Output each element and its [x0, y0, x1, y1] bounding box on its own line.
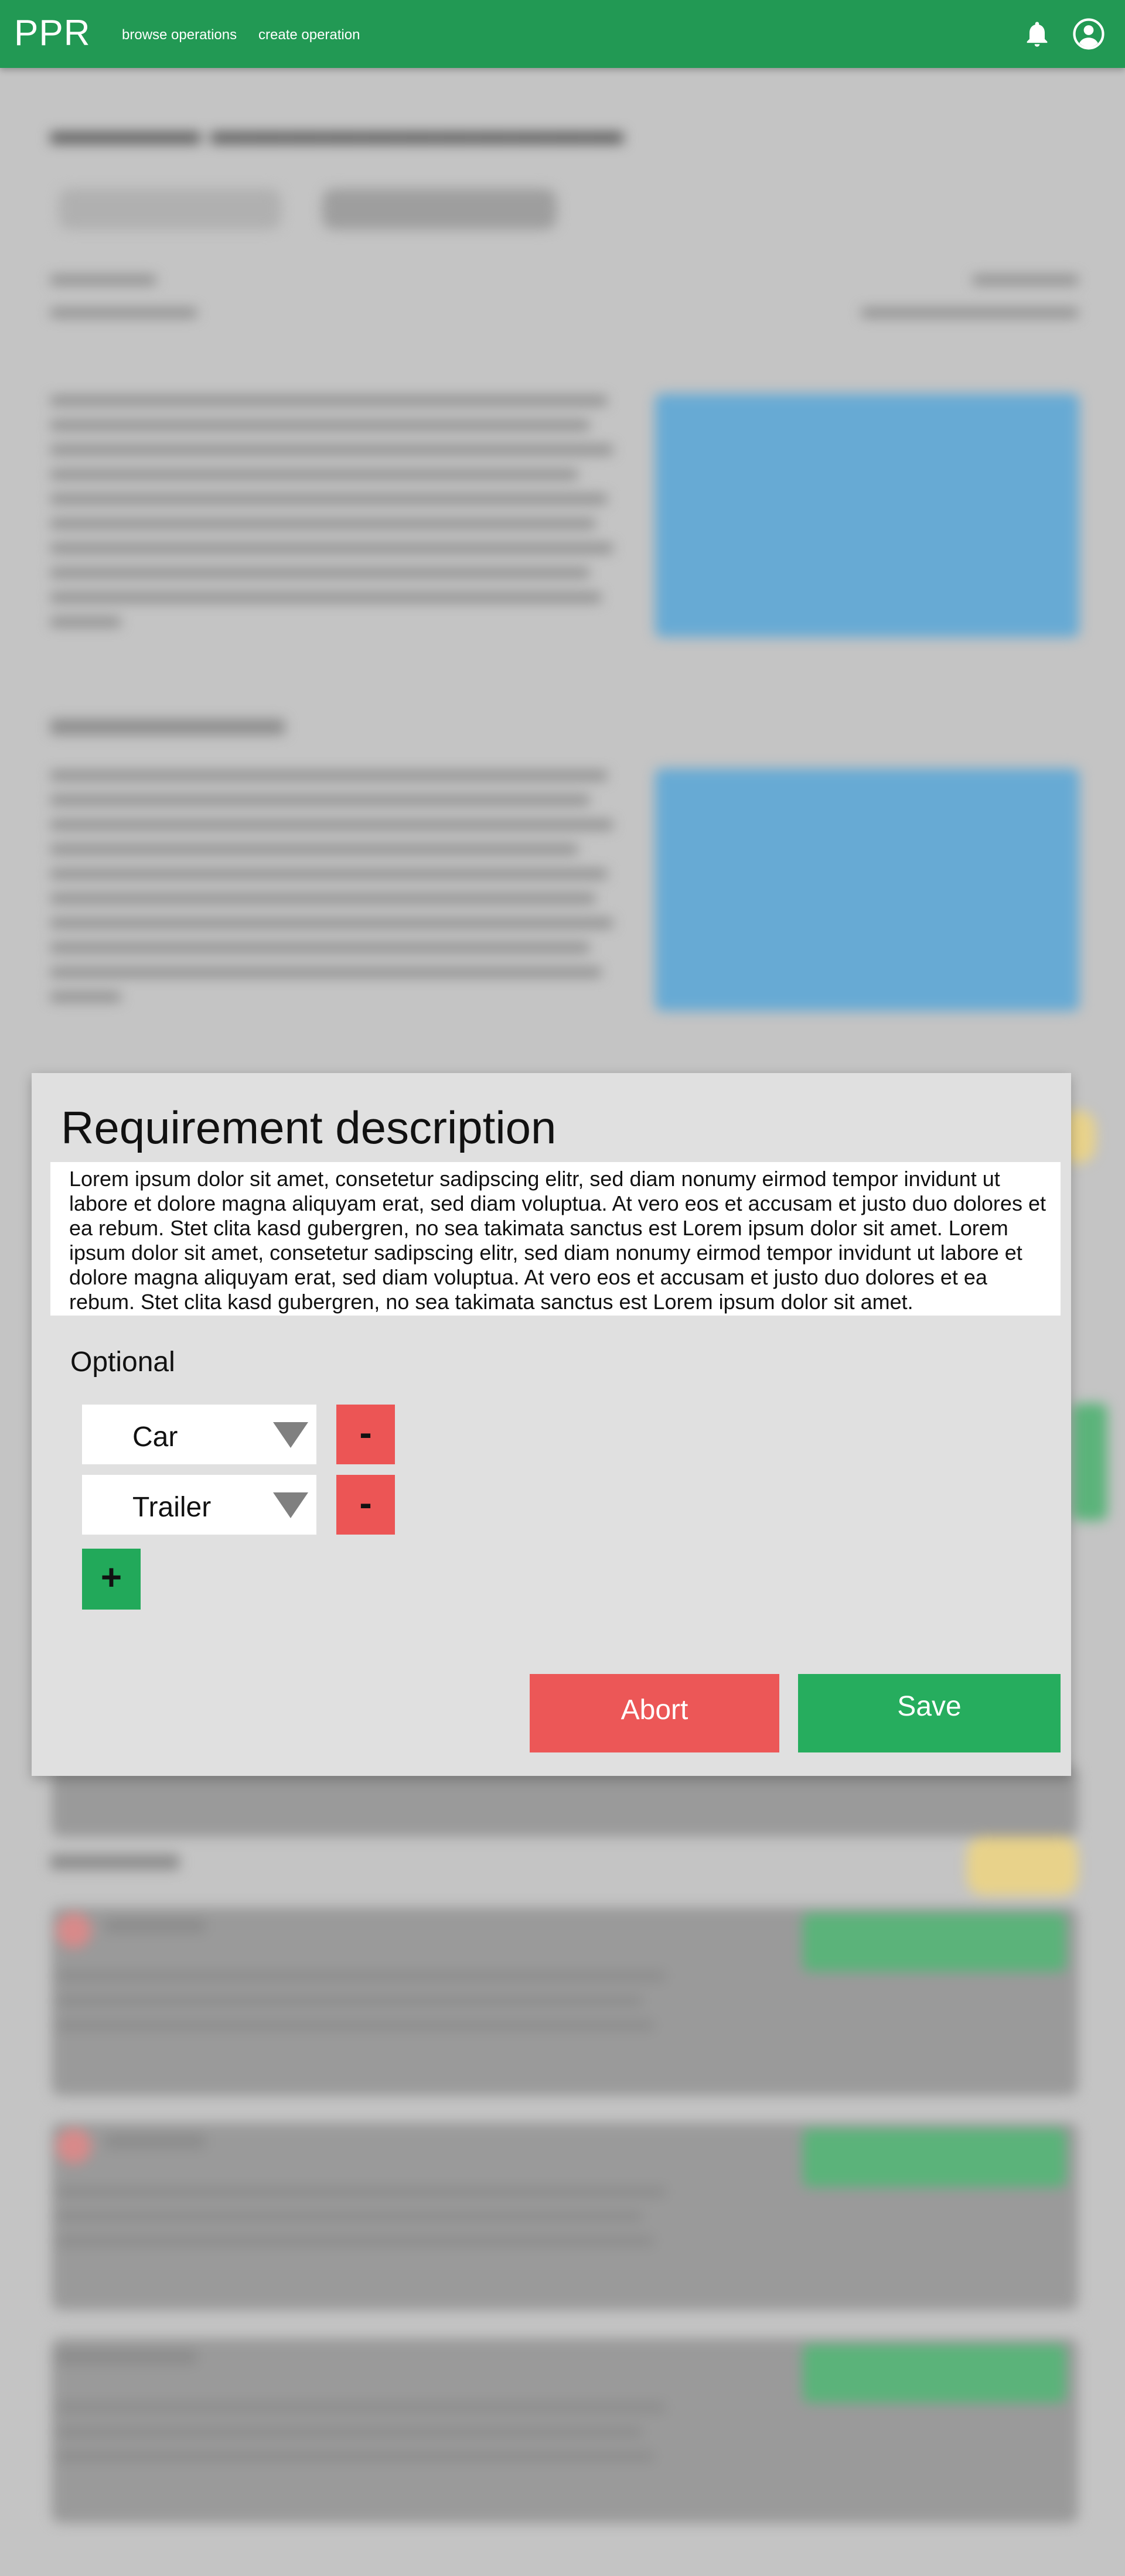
nav-create-operation[interactable]: create operation — [258, 27, 360, 43]
app-logo[interactable]: PPR — [14, 15, 90, 52]
save-button[interactable]: Save — [798, 1674, 1061, 1752]
background-image-1 — [655, 394, 1079, 637]
background-heading-placeholder: ▬▬▬▬ ▬▬▬▬▬▬▬▬▬▬▬ — [50, 110, 623, 152]
remove-trailer-button[interactable]: - — [336, 1475, 395, 1535]
background-badge — [967, 1837, 1078, 1895]
background-button — [322, 189, 557, 230]
optional-item-select-trailer[interactable]: Trailer — [82, 1475, 316, 1535]
top-navigation-bar: PPR browse operations create operation — [0, 0, 1125, 68]
select-value: Trailer — [132, 1492, 212, 1523]
modal-title: Requirement description — [61, 1102, 557, 1153]
triangle-down-icon — [273, 1492, 308, 1518]
user-circle-icon[interactable] — [1072, 18, 1105, 50]
add-optional-item-button[interactable]: + — [82, 1549, 141, 1610]
background-image-2 — [655, 768, 1079, 1011]
bell-icon[interactable] — [1022, 19, 1052, 49]
background-chip — [59, 189, 281, 230]
requirement-modal: Requirement description Lorem ipsum dolo… — [32, 1073, 1071, 1776]
optional-item-select-car[interactable]: Car — [82, 1405, 316, 1464]
remove-car-button[interactable]: - — [336, 1405, 395, 1464]
optional-section-label: Optional — [70, 1347, 175, 1378]
triangle-down-icon — [273, 1422, 308, 1448]
abort-button[interactable]: Abort — [530, 1674, 779, 1752]
nav-browse-operations[interactable]: browse operations — [122, 27, 237, 43]
select-value: Car — [132, 1422, 178, 1453]
requirement-description-text[interactable]: Lorem ipsum dolor sit amet, consetetur s… — [50, 1162, 1061, 1316]
